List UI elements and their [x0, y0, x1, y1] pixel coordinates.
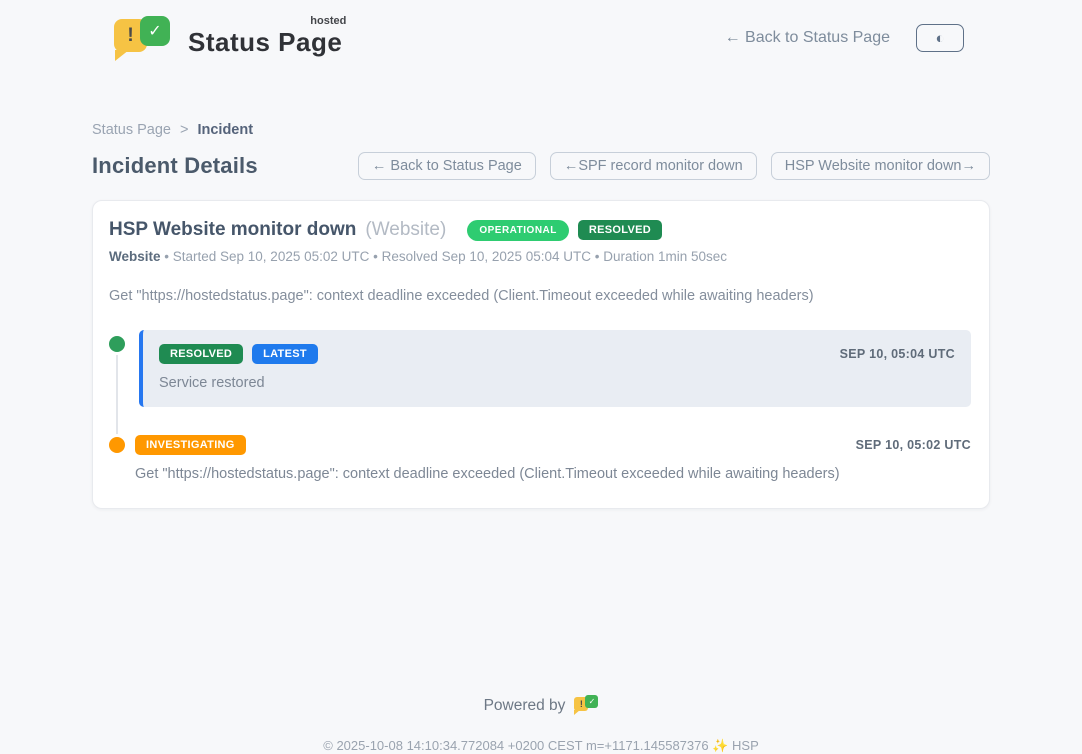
timeline-dot-orange [109, 437, 125, 453]
timeline-entry-head: INVESTIGATING SEP 10, 05:02 UTC [135, 435, 971, 455]
operational-status-badge: OPERATIONAL [467, 220, 569, 241]
incident-timeline: RESOLVED LATEST SEP 10, 05:04 UTC Servic… [109, 330, 971, 482]
resolved-status-badge: RESOLVED [578, 220, 662, 240]
theme-toggle-button[interactable]: ◐ [916, 24, 964, 52]
powered-by: Powered by ! ✓ [92, 695, 990, 716]
timeline-entry-body: RESOLVED LATEST SEP 10, 05:04 UTC Servic… [139, 330, 971, 407]
page-title: Incident Details [92, 153, 258, 179]
header: ! ✓ hosted Status Page ← Back to Status … [92, 0, 990, 60]
timeline-resolved-badge: RESOLVED [159, 344, 243, 364]
status-page-mini-logo-icon[interactable]: ! ✓ [574, 695, 598, 716]
timeline-timestamp: SEP 10, 05:04 UTC [840, 347, 955, 361]
incident-meta: Website • Started Sep 10, 2025 05:02 UTC… [109, 249, 971, 264]
timeline-latest-badge: LATEST [252, 344, 318, 364]
timeline-entry-resolved: RESOLVED LATEST SEP 10, 05:04 UTC Servic… [109, 330, 971, 407]
check-bubble-icon: ✓ [585, 695, 598, 708]
breadcrumb-current: Incident [197, 122, 253, 138]
incident-card: HSP Website monitor down (Website) OPERA… [92, 200, 990, 509]
logo-brand-label: Status Page [188, 27, 342, 57]
logo-hosted-label: hosted [310, 15, 346, 27]
back-to-status-page-button[interactable]: ← Back to Status Page [358, 152, 536, 180]
breadcrumb: Status Page > Incident [92, 122, 990, 138]
incident-component: (Website) [365, 219, 446, 241]
timeline-message: Service restored [159, 375, 955, 391]
next-incident-button[interactable]: HSP Website monitor down→ [771, 152, 990, 180]
logo-text: hosted Status Page [188, 19, 342, 58]
incident-nav-buttons: ← Back to Status Page ←SPF record monito… [358, 152, 990, 180]
title-row: Incident Details ← Back to Status Page ←… [92, 152, 990, 180]
incident-title: HSP Website monitor down [109, 219, 356, 241]
incident-meta-details: • Started Sep 10, 2025 05:02 UTC • Resol… [161, 249, 728, 264]
status-page-logo-icon: ! ✓ [114, 16, 174, 60]
incident-title-row: HSP Website monitor down (Website) OPERA… [109, 219, 971, 241]
header-back-to-status-page-link[interactable]: ← Back to Status Page [725, 29, 890, 47]
header-right: ← Back to Status Page ◐ [725, 24, 964, 52]
incident-description: Get "https://hostedstatus.page": context… [109, 288, 971, 304]
breadcrumb-root[interactable]: Status Page [92, 122, 171, 138]
breadcrumb-separator: > [180, 122, 188, 138]
powered-by-label: Powered by [484, 697, 566, 715]
prev-incident-button[interactable]: ←SPF record monitor down [550, 152, 757, 180]
timeline-investigating-badge: INVESTIGATING [135, 435, 246, 455]
check-bubble-icon: ✓ [140, 16, 170, 46]
footer: Powered by ! ✓ © 2025-10-08 14:10:34.772… [92, 695, 990, 754]
timeline-entry-body: INVESTIGATING SEP 10, 05:02 UTC Get "htt… [135, 435, 971, 482]
half-circle-theme-icon: ◐ [935, 31, 944, 46]
incident-meta-component: Website [109, 249, 161, 264]
timeline-dot-green [109, 336, 125, 352]
timeline-timestamp: SEP 10, 05:02 UTC [856, 438, 971, 452]
timeline-entry-head: RESOLVED LATEST SEP 10, 05:04 UTC [159, 344, 955, 364]
copyright-line: © 2025-10-08 14:10:34.772084 +0200 CEST … [92, 738, 990, 754]
timeline-message: Get "https://hostedstatus.page": context… [135, 466, 971, 482]
timeline-entry-investigating: INVESTIGATING SEP 10, 05:02 UTC Get "htt… [109, 435, 971, 482]
app-logo[interactable]: ! ✓ hosted Status Page [114, 16, 342, 60]
